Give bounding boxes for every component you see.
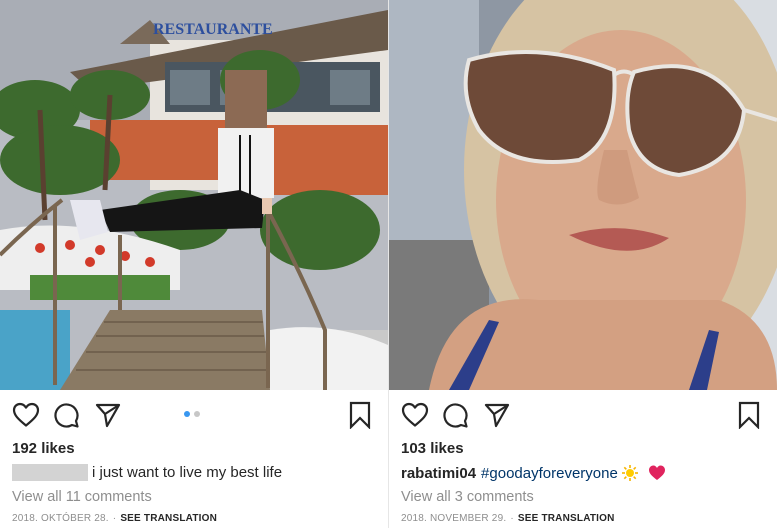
bookmark-button[interactable]: [344, 398, 376, 432]
caption-text: i just want to live my best life: [92, 464, 283, 481]
likes-count[interactable]: 192 likes: [12, 440, 75, 457]
post-caption: i just want to live my best life: [12, 464, 282, 481]
share-icon: [484, 403, 510, 428]
like-button[interactable]: [10, 398, 42, 432]
view-comments-link[interactable]: View all 3 comments: [401, 489, 534, 505]
post-photo-restaurant[interactable]: RESTAURANTE: [0, 0, 388, 390]
heart-icon: [401, 402, 429, 427]
post-meta: 2018. NOVEMBER 29. · SEE TRANSLATION: [401, 513, 615, 524]
view-comments-link[interactable]: View all 11 comments: [12, 489, 152, 505]
comment-button[interactable]: [439, 398, 471, 432]
redacted-username: [12, 464, 88, 481]
post-right: 103 likes rabatimi04 #goodayforeveryone …: [389, 0, 777, 528]
bookmark-icon: [738, 401, 760, 429]
sun-emoji-icon: [621, 465, 638, 481]
like-button[interactable]: [399, 398, 431, 432]
post-actions: [399, 398, 765, 432]
share-button[interactable]: [481, 398, 513, 432]
heart-icon: [12, 402, 40, 427]
comment-icon: [54, 403, 79, 428]
share-button[interactable]: [92, 398, 124, 432]
carousel-dot-active[interactable]: [184, 411, 190, 417]
comment-button[interactable]: [50, 398, 82, 432]
restaurant-sign-text: RESTAURANTE: [153, 21, 273, 38]
bookmark-button[interactable]: [733, 398, 765, 432]
hashtag-link[interactable]: #goodayforeveryone: [481, 465, 618, 482]
see-translation-link[interactable]: SEE TRANSLATION: [120, 513, 217, 524]
username-link[interactable]: rabatimi04: [401, 465, 476, 482]
carousel-indicator: [184, 411, 204, 419]
post-caption: rabatimi04 #goodayforeveryone: [401, 464, 666, 482]
post-date: 2018. OKTÓBER 28.: [12, 513, 109, 524]
likes-count[interactable]: 103 likes: [401, 440, 464, 457]
bookmark-icon: [349, 401, 371, 429]
post-left: RESTAURANTE 192 likes i just want to liv…: [0, 0, 388, 528]
meta-separator: ·: [112, 513, 117, 524]
comment-icon: [443, 403, 468, 428]
meta-separator: ·: [510, 513, 514, 524]
post-date: 2018. NOVEMBER 29.: [401, 513, 507, 524]
post-meta: 2018. OKTÓBER 28. · SEE TRANSLATION: [12, 513, 217, 524]
share-icon: [95, 403, 121, 428]
carousel-dot[interactable]: [194, 411, 200, 417]
see-translation-link[interactable]: SEE TRANSLATION: [518, 513, 615, 524]
red-heart-emoji-icon: [648, 465, 665, 480]
post-photo-selfie[interactable]: [389, 0, 777, 390]
